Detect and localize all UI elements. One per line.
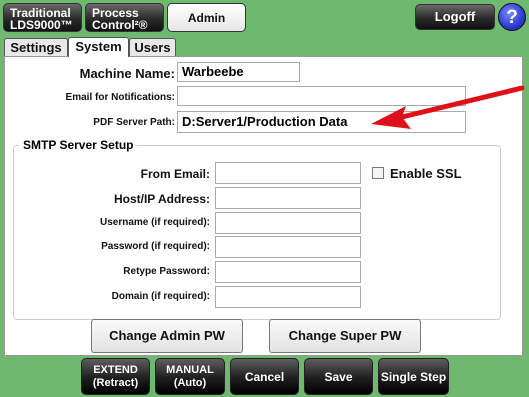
manual-auto-button[interactable]: MANUAL (Auto)	[155, 358, 225, 395]
machine-name-input[interactable]: Warbeebe	[177, 62, 300, 82]
process-control-button[interactable]: Process Control²®	[85, 3, 164, 32]
email-notifications-input[interactable]	[177, 86, 466, 106]
pdf-server-path-label: PDF Server Path:	[93, 117, 175, 128]
from-email-label: From Email:	[140, 167, 210, 181]
password-label: Password (if required):	[101, 241, 210, 252]
machine-name-label: Machine Name:	[79, 66, 175, 81]
tab-settings[interactable]: Settings	[4, 38, 68, 56]
enable-ssl-checkbox[interactable]	[372, 167, 384, 179]
single-step-button[interactable]: Single Step	[378, 358, 449, 395]
host-address-input[interactable]	[215, 187, 361, 209]
admin-tab-button[interactable]: Admin	[167, 3, 246, 32]
extend-label-line1: EXTEND	[93, 364, 138, 376]
username-input[interactable]	[215, 212, 361, 234]
pdf-server-path-input[interactable]: D:Server1/Production Data	[177, 111, 466, 133]
tab-users[interactable]: Users	[129, 38, 176, 56]
change-admin-password-button[interactable]: Change Admin PW	[91, 319, 243, 353]
tab-system[interactable]: System	[68, 37, 129, 57]
traditional-label-line2: LDS9000™	[10, 18, 73, 32]
smtp-setup-legend: SMTP Server Setup	[19, 138, 138, 152]
retype-password-label: Retype Password:	[123, 266, 210, 277]
password-input[interactable]	[215, 236, 361, 258]
help-icon[interactable]: ?	[498, 3, 526, 31]
traditional-mode-button[interactable]: Traditional LDS9000™	[3, 3, 82, 32]
retype-password-input[interactable]	[215, 261, 361, 283]
host-address-label: Host/IP Address:	[113, 192, 210, 206]
from-email-input[interactable]	[215, 162, 361, 184]
logoff-button[interactable]: Logoff	[415, 4, 495, 30]
save-button[interactable]: Save	[304, 358, 373, 395]
system-settings-panel: Machine Name: Warbeebe Email for Notific…	[4, 56, 523, 356]
extend-label-line2: (Retract)	[92, 377, 139, 389]
domain-label: Domain (if required):	[111, 291, 210, 302]
email-notifications-label: Email for Notifications:	[65, 92, 175, 103]
extend-retract-button[interactable]: EXTEND (Retract)	[81, 358, 150, 395]
change-super-password-button[interactable]: Change Super PW	[269, 319, 421, 353]
username-label: Username (if required):	[99, 217, 210, 228]
manual-label-line1: MANUAL	[166, 364, 214, 376]
cancel-button[interactable]: Cancel	[230, 358, 299, 395]
domain-input[interactable]	[215, 286, 361, 308]
enable-ssl-label: Enable SSL	[390, 166, 462, 181]
process-label-line2: Control²®	[92, 18, 148, 32]
top-navigation-bar: Traditional LDS9000™ Process Control²® A…	[0, 0, 529, 34]
manual-label-line2: (Auto)	[173, 377, 207, 389]
